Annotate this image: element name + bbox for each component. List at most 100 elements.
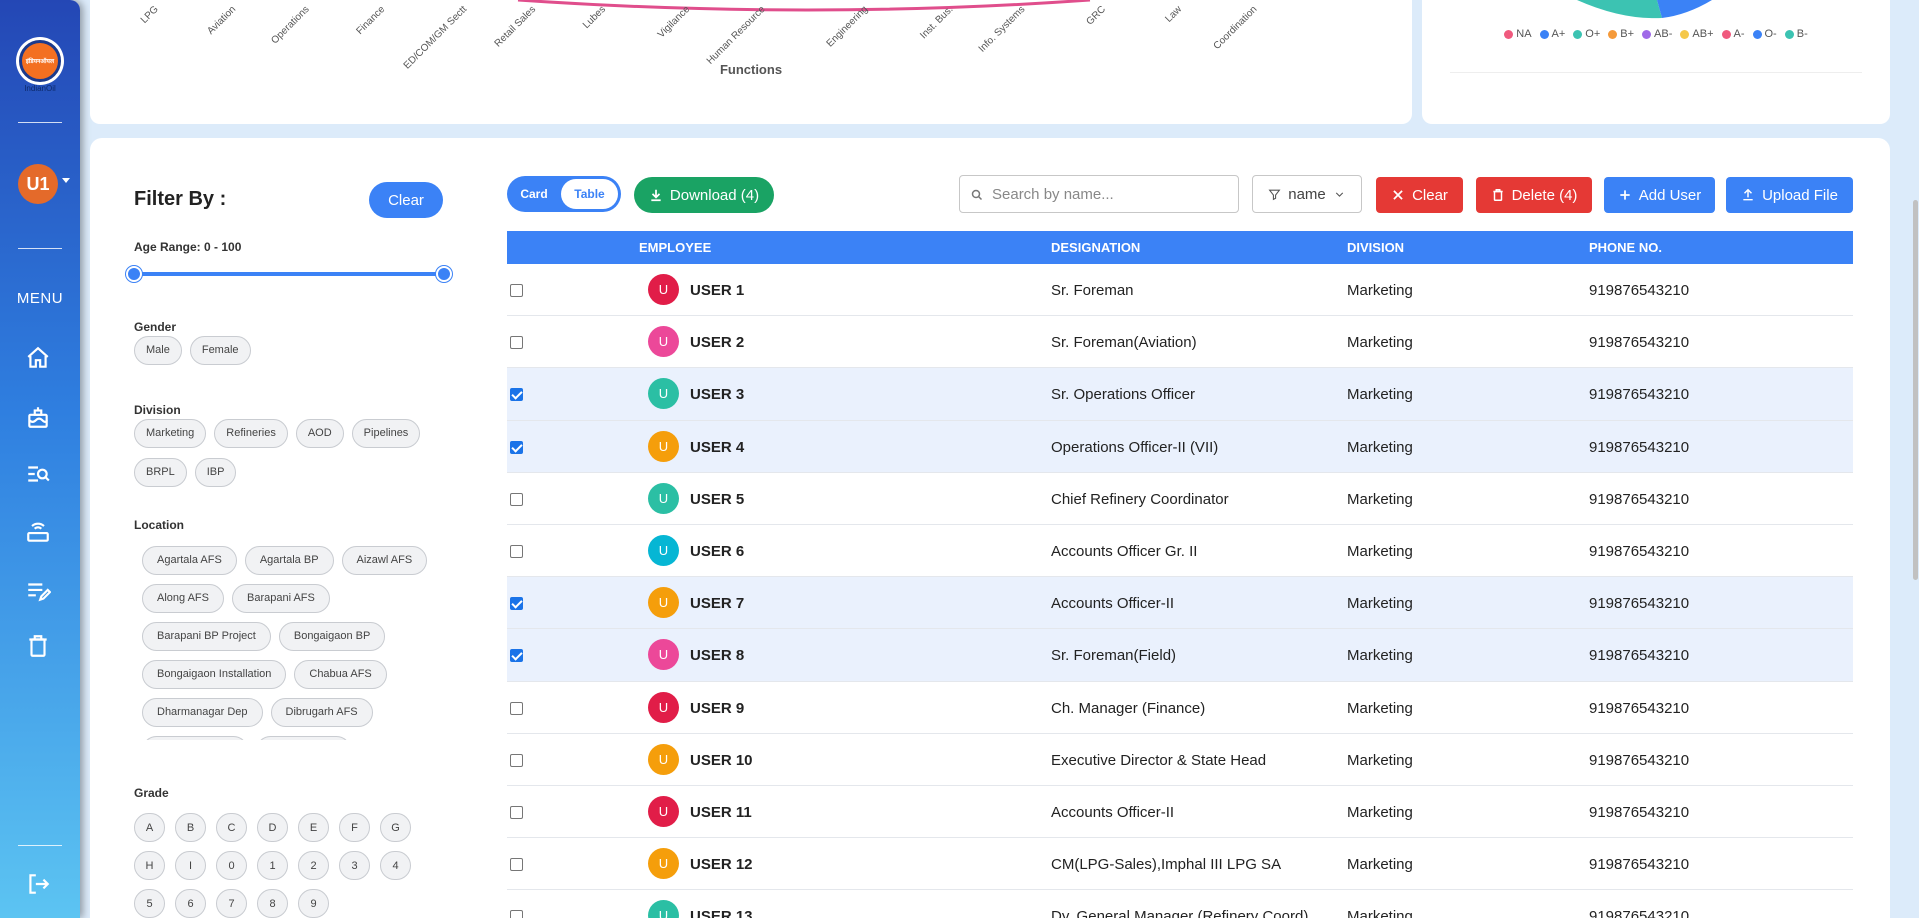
row-checkbox[interactable] <box>510 388 523 402</box>
employee-name[interactable]: USER 12 <box>690 856 753 873</box>
division-chip[interactable]: BRPL <box>134 458 187 487</box>
grade-chip[interactable]: 1 <box>257 851 288 880</box>
card-view-option[interactable]: Card <box>507 176 561 212</box>
location-chip[interactable]: Bongaigaon Installation <box>142 660 287 689</box>
search-input[interactable] <box>992 176 1232 212</box>
header-division[interactable]: DIVISION <box>1347 240 1404 255</box>
logout-icon[interactable] <box>22 868 54 900</box>
table-row[interactable]: U USER 4 Operations Officer-II (VII) Market… <box>507 420 1853 473</box>
location-chip[interactable]: Chabua AFS <box>294 660 387 689</box>
grade-chip[interactable]: 4 <box>380 851 411 880</box>
delete-button[interactable]: Delete (4) <box>1476 177 1592 213</box>
table-view-option[interactable]: Table <box>561 179 618 209</box>
grade-chip[interactable]: 5 <box>134 889 165 918</box>
employee-name[interactable]: USER 13 <box>690 908 753 918</box>
table-row[interactable]: U USER 1 Sr. Foreman Marketing 919876543210 <box>507 264 1853 317</box>
age-range-slider[interactable] <box>134 272 444 276</box>
clear-selection-button[interactable]: Clear <box>1376 177 1463 213</box>
row-checkbox[interactable] <box>510 336 523 350</box>
location-chip[interactable]: Dharmanagar Dep <box>142 698 263 727</box>
row-checkbox[interactable] <box>510 701 523 715</box>
sort-field-select[interactable]: name <box>1252 175 1362 213</box>
table-row[interactable]: U USER 7 Accounts Officer-II Marketing 91987… <box>507 577 1853 630</box>
grade-chip[interactable]: 8 <box>257 889 288 918</box>
legend-item[interactable]: O+ <box>1573 28 1600 40</box>
edit-list-icon[interactable] <box>22 575 54 607</box>
legend-item[interactable]: A+ <box>1539 28 1565 40</box>
row-checkbox[interactable] <box>510 544 523 558</box>
gender-chip[interactable]: Male <box>134 336 182 365</box>
view-toggle[interactable]: Card Table <box>507 176 621 212</box>
location-chip[interactable]: Agartala AFS <box>142 546 237 575</box>
row-checkbox[interactable] <box>510 910 523 918</box>
row-checkbox[interactable] <box>510 597 523 611</box>
location-chip[interactable]: Bongaigaon BP <box>278 622 386 651</box>
grade-chip[interactable]: A <box>134 813 165 842</box>
table-row[interactable]: U USER 2 Sr. Foreman(Aviation) Marketing 919… <box>507 316 1853 369</box>
age-max-handle[interactable] <box>436 266 452 282</box>
location-chips[interactable]: Agartala AFS Agartala BP Aizawl AFS Along A… <box>142 546 442 740</box>
grade-chip[interactable]: F <box>339 813 370 842</box>
gender-chip[interactable]: Female <box>189 336 251 365</box>
download-button[interactable]: Download (4) <box>634 177 774 213</box>
avatar-dropdown-icon[interactable] <box>62 178 70 183</box>
grade-chip[interactable]: I <box>175 851 206 880</box>
header-phone[interactable]: PHONE NO. <box>1589 240 1662 255</box>
grade-chip[interactable]: H <box>134 851 165 880</box>
legend-item[interactable]: O- <box>1752 28 1777 40</box>
division-chip[interactable]: Refineries <box>214 419 288 448</box>
table-row[interactable]: U USER 6 Accounts Officer Gr. II Marketing 9… <box>507 524 1853 578</box>
router-icon[interactable] <box>22 516 54 548</box>
indianoil-logo[interactable]: इंडियनऑयल <box>16 37 64 85</box>
grade-chip[interactable]: 3 <box>339 851 370 880</box>
employee-name[interactable]: USER 6 <box>690 543 744 560</box>
row-checkbox[interactable] <box>510 858 523 872</box>
division-chip[interactable]: Pipelines <box>351 419 421 448</box>
grade-chip[interactable]: 9 <box>298 889 329 918</box>
location-chip[interactable]: Barapani AFS <box>231 584 330 613</box>
page-scrollbar[interactable] <box>1913 200 1918 580</box>
legend-item[interactable]: B- <box>1784 28 1808 40</box>
division-chip[interactable]: Marketing <box>134 419 207 448</box>
upload-file-button[interactable]: Upload File <box>1726 177 1853 213</box>
grade-chip[interactable]: C <box>216 813 247 842</box>
add-user-button[interactable]: Add User <box>1604 177 1715 213</box>
row-checkbox[interactable] <box>510 440 523 454</box>
home-icon[interactable] <box>22 342 54 374</box>
grade-chip[interactable]: G <box>380 813 411 842</box>
location-chip[interactable]: Dibrugarh AFS <box>270 698 373 727</box>
age-min-handle[interactable] <box>126 266 142 282</box>
employee-name[interactable]: USER 5 <box>690 491 744 508</box>
location-chip[interactable]: Along AFS <box>142 584 224 613</box>
search-list-icon[interactable] <box>22 458 54 490</box>
employee-name[interactable]: USER 4 <box>690 439 744 456</box>
employee-name[interactable]: USER 1 <box>690 282 744 299</box>
cake-icon[interactable] <box>22 401 54 433</box>
location-chip[interactable]: Agartala BP <box>244 546 334 575</box>
legend-item[interactable]: B+ <box>1608 28 1634 40</box>
row-checkbox[interactable] <box>510 805 523 819</box>
table-row[interactable]: U USER 12 CM(LPG-Sales),Imphal III LPG SA M… <box>507 838 1853 891</box>
clear-filters-button[interactable]: Clear <box>369 182 443 218</box>
legend-item[interactable]: AB+ <box>1680 28 1714 40</box>
location-chip[interactable]: Dimapur AFS <box>255 736 352 740</box>
table-row[interactable]: U USER 8 Sr. Foreman(Field) Marketing 919876… <box>507 629 1853 682</box>
location-chip[interactable]: Aizawl AFS <box>341 546 428 575</box>
employee-name[interactable]: USER 11 <box>690 804 752 821</box>
trash-icon[interactable] <box>22 630 54 662</box>
table-row[interactable]: U USER 13 Dy. General Manager (Refinery Co… <box>507 890 1853 918</box>
location-chip[interactable]: Digboi Terminal <box>142 736 248 740</box>
grade-chip[interactable]: 0 <box>216 851 247 880</box>
employee-name[interactable]: USER 3 <box>690 386 744 403</box>
division-chip[interactable]: IBP <box>194 458 237 487</box>
table-row[interactable]: U USER 11 Accounts Officer-II Marketing 9198… <box>507 785 1853 839</box>
employee-name[interactable]: USER 2 <box>690 334 744 351</box>
table-row[interactable]: U USER 3 Sr. Operations Officer Marketing 91… <box>507 368 1853 421</box>
employee-name[interactable]: USER 7 <box>690 595 744 612</box>
employee-name[interactable]: USER 8 <box>690 647 744 664</box>
header-employee[interactable]: EMPLOYEE <box>639 240 711 255</box>
row-checkbox[interactable] <box>510 753 523 767</box>
grade-chip[interactable]: B <box>175 813 206 842</box>
table-row[interactable]: U USER 10 Executive Director & State Head M… <box>507 733 1853 786</box>
legend-item[interactable]: A- <box>1721 28 1745 40</box>
